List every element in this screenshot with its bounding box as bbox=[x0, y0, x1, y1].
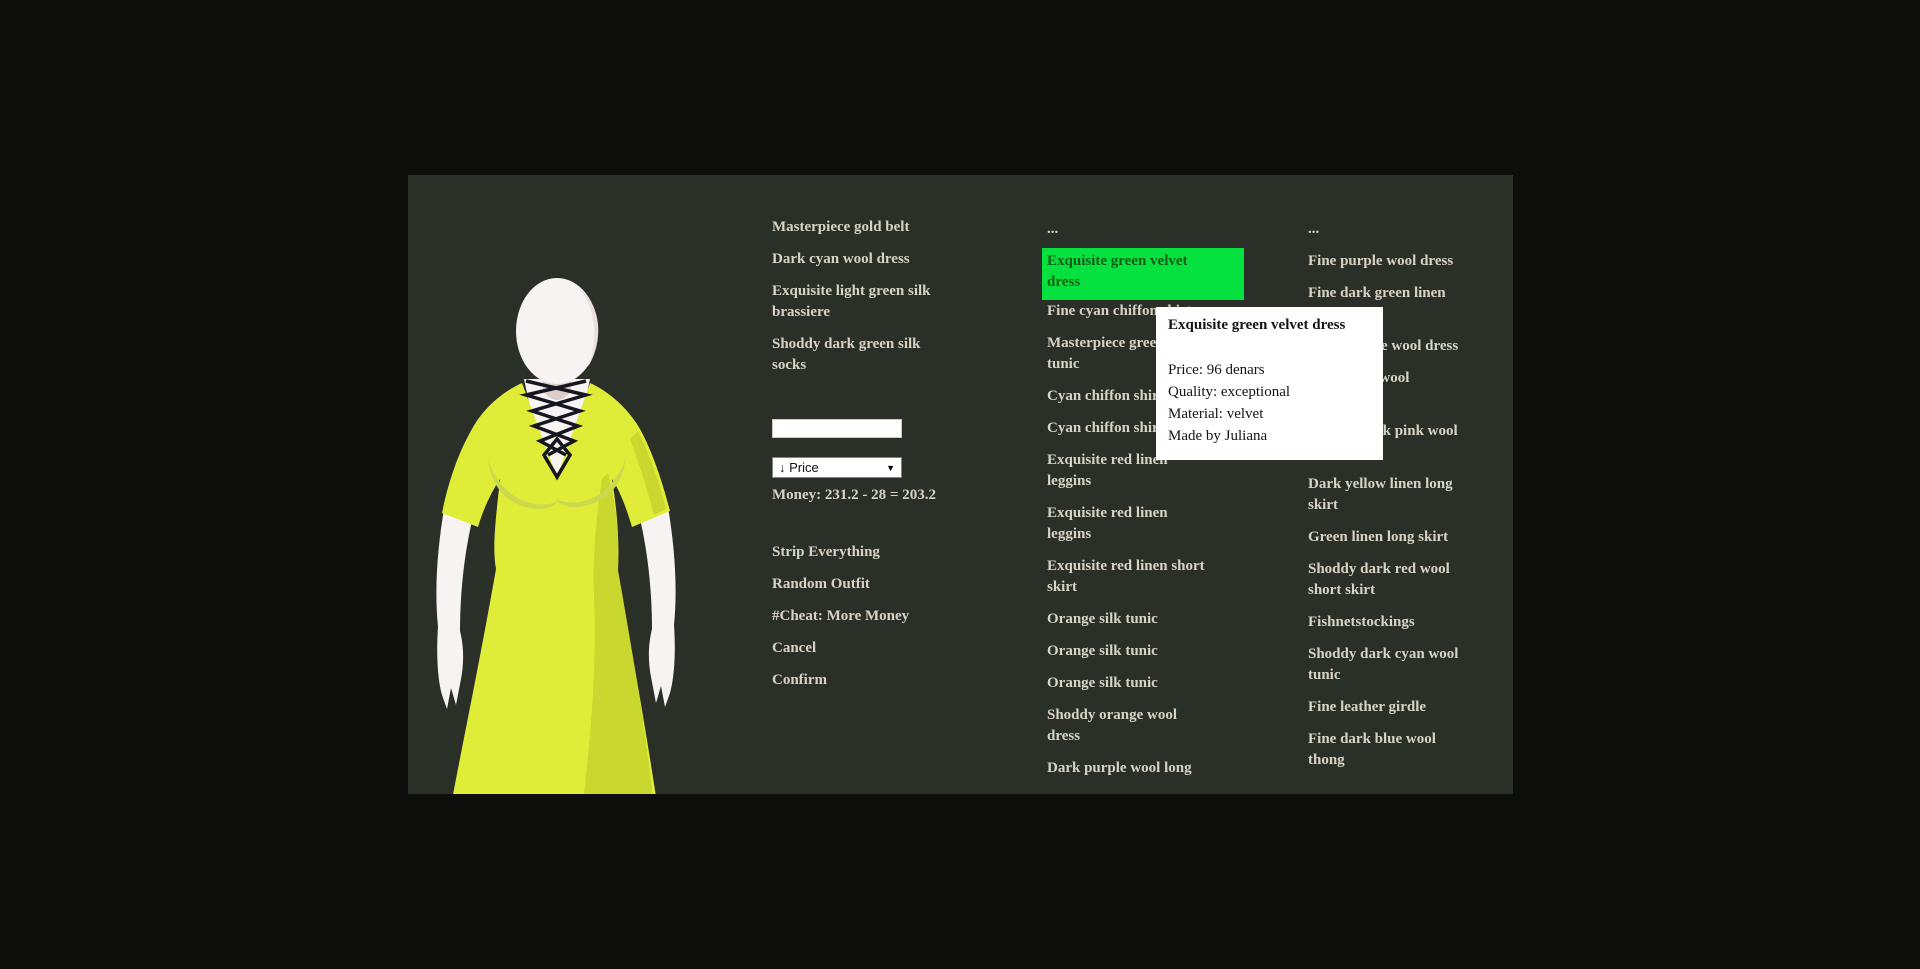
tooltip-line: Quality: exceptional bbox=[1168, 381, 1371, 403]
shop-column-2: ...Fine purple wool dressFine dark green… bbox=[1308, 219, 1508, 782]
shop-item[interactable]: Shoddy orange wool dress bbox=[1047, 705, 1252, 747]
shop-item[interactable]: Orange silk tunic bbox=[1047, 673, 1252, 694]
shop-item[interactable]: Dark yellow linen long skirt bbox=[1308, 474, 1508, 516]
tooltip-title: Exquisite green velvet dress bbox=[1168, 315, 1371, 336]
shop-item[interactable]: Exquisite red linen leggins bbox=[1047, 503, 1252, 545]
shop-column-1: ...Exquisite green velvet dressFine cyan… bbox=[1047, 219, 1252, 790]
shop-item[interactable]: Fine leather girdle bbox=[1308, 697, 1508, 718]
shop-item[interactable]: Green linen long skirt bbox=[1308, 527, 1508, 548]
shop-panel: Masterpiece gold belt Dark cyan wool dres… bbox=[408, 175, 1513, 794]
tooltip-line: Material: velvet bbox=[1168, 403, 1371, 425]
equipped-item[interactable]: Masterpiece gold belt bbox=[772, 217, 992, 238]
sort-dropdown[interactable]: ↓ Price ▼ bbox=[772, 457, 902, 478]
chevron-down-icon: ▼ bbox=[886, 463, 895, 473]
action-menu: Strip Everything Random Outfit #Cheat: Mor… bbox=[772, 542, 1002, 702]
equipped-item[interactable]: Exquisite light green silk brassiere bbox=[772, 281, 992, 323]
head bbox=[516, 278, 598, 384]
shop-item[interactable]: Orange silk tunic bbox=[1047, 641, 1252, 662]
tooltip-lines: Price: 96 denarsQuality: exceptionalMate… bbox=[1168, 359, 1371, 447]
equipped-item[interactable]: Shoddy dark green silk socks bbox=[772, 334, 992, 376]
shop-item[interactable]: ... bbox=[1308, 219, 1508, 240]
shop-item[interactable]: Shoddy dark red wool short skirt bbox=[1308, 559, 1508, 601]
shop-item[interactable]: Fine dark blue wool thong bbox=[1308, 729, 1508, 771]
sort-dropdown-value: ↓ Price bbox=[779, 460, 819, 475]
item-tooltip: Exquisite green velvet dress Price: 96 d… bbox=[1156, 307, 1383, 460]
search-input[interactable] bbox=[772, 419, 902, 438]
shop-item[interactable]: Exquisite red linen short skirt bbox=[1047, 556, 1252, 598]
menu-button[interactable]: Random Outfit bbox=[772, 574, 1002, 595]
right-arm bbox=[640, 503, 676, 707]
shop-item[interactable]: Shoddy dark cyan wool tunic bbox=[1308, 644, 1508, 686]
money-line: Money: 231.2 - 28 = 203.2 bbox=[772, 487, 1002, 504]
menu-button[interactable]: Confirm bbox=[772, 670, 1002, 691]
equipped-item[interactable]: Dark cyan wool dress bbox=[772, 249, 992, 270]
shop-item[interactable]: ... bbox=[1047, 219, 1252, 240]
shop-item[interactable]: Exquisite green velvet dress bbox=[1042, 248, 1244, 300]
menu-button[interactable]: #Cheat: More Money bbox=[772, 606, 1002, 627]
shop-item[interactable]: Orange silk tunic bbox=[1047, 609, 1252, 630]
tooltip-line: Price: 96 denars bbox=[1168, 359, 1371, 381]
left-arm bbox=[436, 505, 472, 709]
mannequin-figure bbox=[420, 265, 680, 794]
shop-item[interactable]: Fishnetstockings bbox=[1308, 612, 1508, 633]
equipped-items-list: Masterpiece gold belt Dark cyan wool dres… bbox=[772, 217, 992, 387]
menu-button[interactable]: Strip Everything bbox=[772, 542, 1002, 563]
menu-button[interactable]: Cancel bbox=[772, 638, 1002, 659]
shop-item[interactable]: Dark purple wool long bbox=[1047, 758, 1252, 779]
tooltip-line: Made by Juliana bbox=[1168, 425, 1371, 447]
shop-item[interactable]: Fine purple wool dress bbox=[1308, 251, 1508, 272]
